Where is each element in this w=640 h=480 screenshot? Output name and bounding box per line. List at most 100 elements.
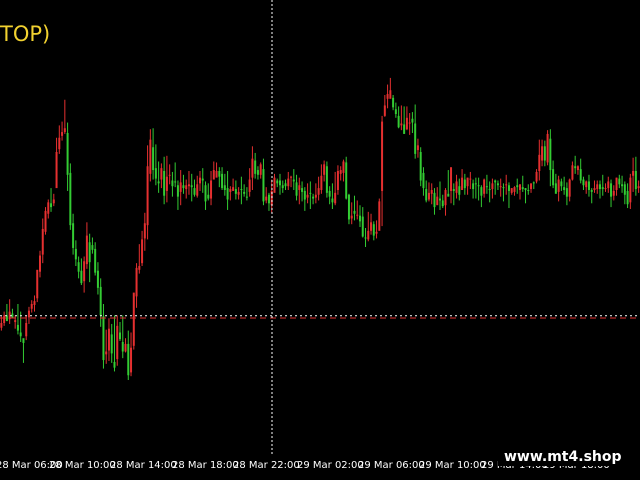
candle-body — [361, 216, 364, 237]
candle-body — [138, 266, 141, 270]
candle-body — [425, 189, 428, 201]
candle-body — [223, 185, 226, 190]
candle-body — [14, 320, 17, 323]
candle-body — [538, 154, 541, 171]
candle-body — [171, 180, 174, 187]
candle-body — [290, 176, 293, 178]
candle-body — [33, 301, 36, 305]
candle-body — [212, 170, 215, 180]
candle-body — [347, 194, 350, 220]
time-tick-label: 29 Mar 06:00 — [358, 460, 425, 471]
candle-body — [469, 178, 472, 180]
candle-body — [604, 188, 607, 190]
candle-body — [262, 169, 265, 202]
candle-body — [463, 179, 466, 189]
candle-body — [629, 177, 632, 203]
candle-body — [560, 181, 563, 187]
candle-body — [571, 165, 574, 180]
candle-body — [80, 270, 83, 284]
candle-body — [408, 122, 411, 124]
candle-body — [466, 177, 469, 187]
candle-body — [182, 185, 185, 189]
candle-body — [88, 242, 91, 263]
candle-body — [281, 185, 284, 189]
watermark: www.mt4.shop — [498, 448, 628, 466]
candle-body — [105, 351, 108, 355]
candle-body — [549, 138, 552, 171]
candle-body — [502, 187, 505, 189]
candle-body — [535, 171, 538, 182]
candle-body — [287, 178, 290, 187]
price-chart[interactable] — [0, 0, 640, 480]
candle-body — [248, 179, 251, 192]
candle-body — [61, 132, 64, 136]
candle-body — [350, 215, 353, 219]
candle-body — [320, 175, 323, 190]
candle-body — [436, 196, 439, 206]
candle-body — [168, 174, 171, 176]
candle-body — [284, 183, 287, 187]
candle-body — [574, 166, 577, 169]
candle-body — [381, 121, 384, 191]
time-tick-label: 29 Mar 02:00 — [297, 460, 364, 471]
candle-body — [201, 178, 204, 181]
candle-body — [461, 177, 464, 190]
candle-body — [44, 210, 47, 232]
candle-body — [405, 117, 408, 130]
candle-body — [199, 177, 201, 184]
candle-body — [334, 192, 337, 204]
candle-body — [554, 183, 557, 194]
candle-body — [204, 185, 207, 202]
candle-body — [210, 180, 213, 199]
chart-window[interactable]: TOP) 28 Mar 06:00 28 Mar 10:00 28 Mar 14:0… — [0, 0, 640, 480]
candle-body — [309, 192, 312, 194]
candle-body — [174, 181, 177, 183]
candle-body — [596, 184, 599, 190]
candle-body — [397, 115, 400, 128]
candle-body — [601, 187, 604, 190]
candle-body — [22, 338, 25, 343]
candle-body — [516, 185, 519, 188]
candle-body — [52, 199, 55, 204]
candle-body — [510, 188, 513, 193]
chart-title: TOP) — [0, 22, 51, 46]
candle-body — [563, 187, 566, 190]
candle-body — [587, 181, 590, 190]
candle-body — [63, 128, 66, 133]
candle-body — [232, 187, 235, 191]
candle-body — [370, 222, 373, 231]
candle-body — [403, 124, 406, 134]
candle-body — [546, 133, 549, 163]
candle-body — [157, 181, 160, 184]
candle-body — [83, 261, 86, 282]
candle-body — [532, 182, 535, 184]
candle-body — [325, 166, 328, 193]
candle-body — [568, 179, 571, 197]
candle-body — [149, 139, 152, 174]
candle-body — [513, 187, 516, 192]
candle-body — [339, 170, 342, 174]
candle-body — [226, 188, 229, 200]
candle-body — [190, 185, 193, 188]
candle-body — [295, 182, 298, 196]
candle-body — [634, 171, 637, 190]
candle-body — [141, 239, 144, 264]
candle-body — [524, 188, 527, 190]
candle-body — [3, 315, 6, 323]
candle-body — [444, 190, 447, 206]
time-tick-label: 28 Mar 22:00 — [233, 460, 300, 471]
candle-body — [485, 186, 488, 188]
candle-body — [416, 145, 419, 151]
candle-body — [419, 152, 422, 181]
candle-body — [124, 343, 127, 352]
candle-body — [240, 189, 243, 191]
candle-body — [477, 185, 480, 187]
candle-body — [99, 286, 102, 316]
candle-body — [267, 194, 270, 204]
candle-body — [110, 334, 113, 354]
candle-body — [306, 194, 309, 198]
candle-body — [0, 323, 3, 328]
candle-body — [96, 270, 99, 288]
candle-body — [375, 231, 378, 234]
candle-body — [458, 186, 461, 195]
